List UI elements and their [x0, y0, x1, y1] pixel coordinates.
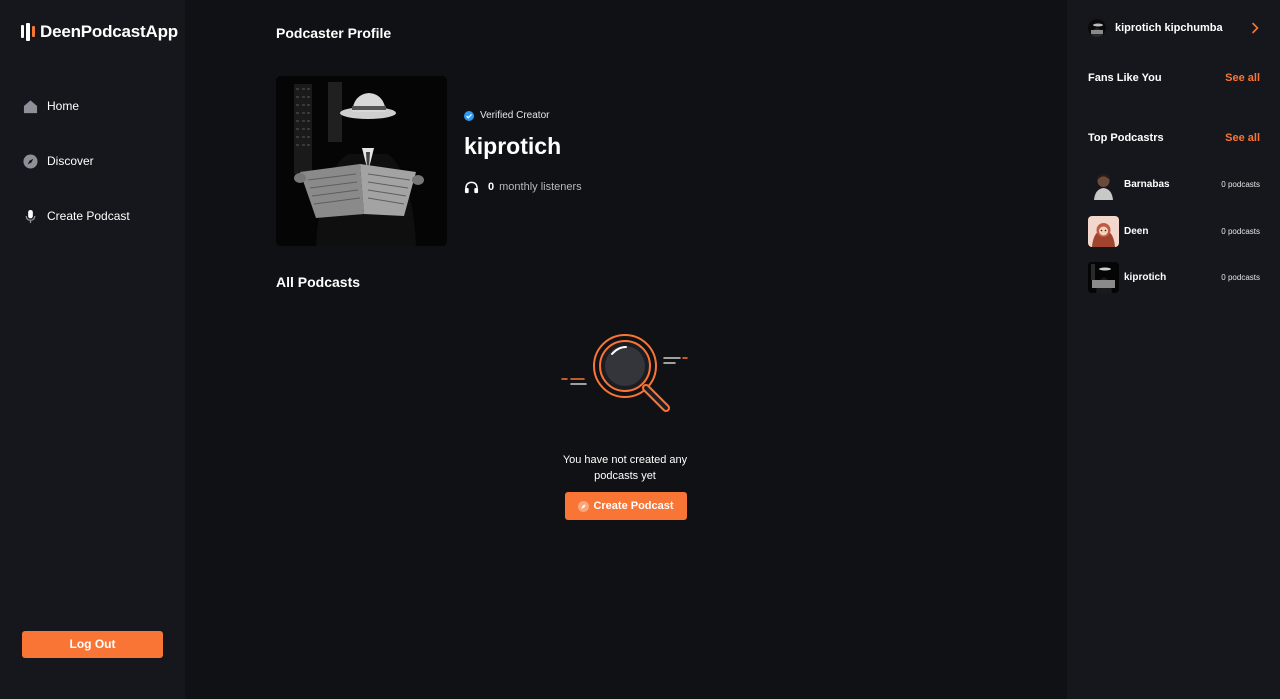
sidebar-item-label: Create Podcast	[47, 209, 130, 223]
profile-cover-image	[276, 76, 447, 246]
sidebar-item-label: Discover	[47, 154, 94, 168]
sidebar-nav: Home Discover Create Podcast	[22, 96, 130, 261]
microphone-icon	[22, 208, 38, 224]
create-podcast-button[interactable]: Create Podcast	[565, 492, 687, 520]
compass-icon	[22, 153, 38, 169]
listener-count: 0	[488, 181, 495, 193]
empty-state-message: You have not created any podcasts yet	[562, 454, 688, 482]
sidebar-item-home[interactable]: Home	[22, 96, 130, 116]
top-podcasters-title: Top Podcastrs	[1088, 132, 1164, 144]
app-logo[interactable]: DeenPodcastApp	[20, 22, 178, 42]
logo-icon	[21, 23, 35, 41]
avatar	[1088, 216, 1119, 247]
fans-like-you-header: Fans Like You See all	[1088, 72, 1260, 84]
home-icon	[22, 98, 38, 114]
verified-label: Verified Creator	[480, 110, 550, 121]
podcaster-name: Deen	[1124, 226, 1149, 237]
monthly-listeners: 0 monthly listeners	[464, 180, 582, 194]
podcaster-row-deen[interactable]: Deen 0 podcasts	[1088, 216, 1260, 247]
avatar	[1088, 262, 1119, 293]
podcast-count: 0 podcasts	[1221, 227, 1260, 236]
chevron-right-icon	[1252, 22, 1259, 34]
sidebar-item-label: Home	[47, 99, 80, 113]
sidebar-item-create-podcast[interactable]: Create Podcast	[22, 206, 130, 226]
podcaster-name: Barnabas	[1124, 179, 1170, 190]
right-sidebar: kiprotich kipchumba Fans Like You See al…	[1067, 0, 1280, 699]
podcaster-name: kiprotich	[464, 133, 562, 159]
sidebar-item-discover[interactable]: Discover	[22, 151, 130, 171]
podcaster-row-kiprotich[interactable]: kiprotich 0 podcasts	[1088, 262, 1260, 293]
avatar	[1088, 169, 1119, 200]
user-profile-link[interactable]: kiprotich kipchumba	[1088, 19, 1260, 37]
top-podcasters-see-all-link[interactable]: See all	[1225, 132, 1260, 144]
podcast-count: 0 podcasts	[1221, 273, 1260, 282]
listener-label: monthly listeners	[499, 181, 582, 193]
logout-button[interactable]: Log Out	[22, 631, 163, 658]
page-title: Podcaster Profile	[276, 25, 392, 41]
user-name: kiprotich kipchumba	[1115, 22, 1223, 34]
verified-badge: Verified Creator	[464, 110, 549, 121]
podcaster-row-barnabas[interactable]: Barnabas 0 podcasts	[1088, 169, 1260, 200]
empty-search-icon	[561, 334, 688, 412]
main-content: Podcaster Profile Verified Creator kipro…	[185, 0, 1067, 699]
app-name: DeenPodcastApp	[40, 22, 178, 41]
podcaster-name: kiprotich	[1124, 272, 1167, 283]
left-sidebar: DeenPodcastApp Home Discover Create Podc…	[0, 0, 185, 699]
create-podcast-label: Create Podcast	[593, 500, 674, 512]
podcast-count: 0 podcasts	[1221, 180, 1260, 189]
verified-icon	[464, 110, 474, 121]
top-podcasters-header: Top Podcastrs See all	[1088, 132, 1260, 144]
fans-like-you-title: Fans Like You	[1088, 72, 1162, 84]
headphones-icon	[464, 181, 479, 194]
compass-icon	[578, 500, 590, 512]
fans-see-all-link[interactable]: See all	[1225, 72, 1260, 84]
all-podcasts-heading: All Podcasts	[276, 274, 361, 290]
avatar	[1088, 19, 1106, 37]
